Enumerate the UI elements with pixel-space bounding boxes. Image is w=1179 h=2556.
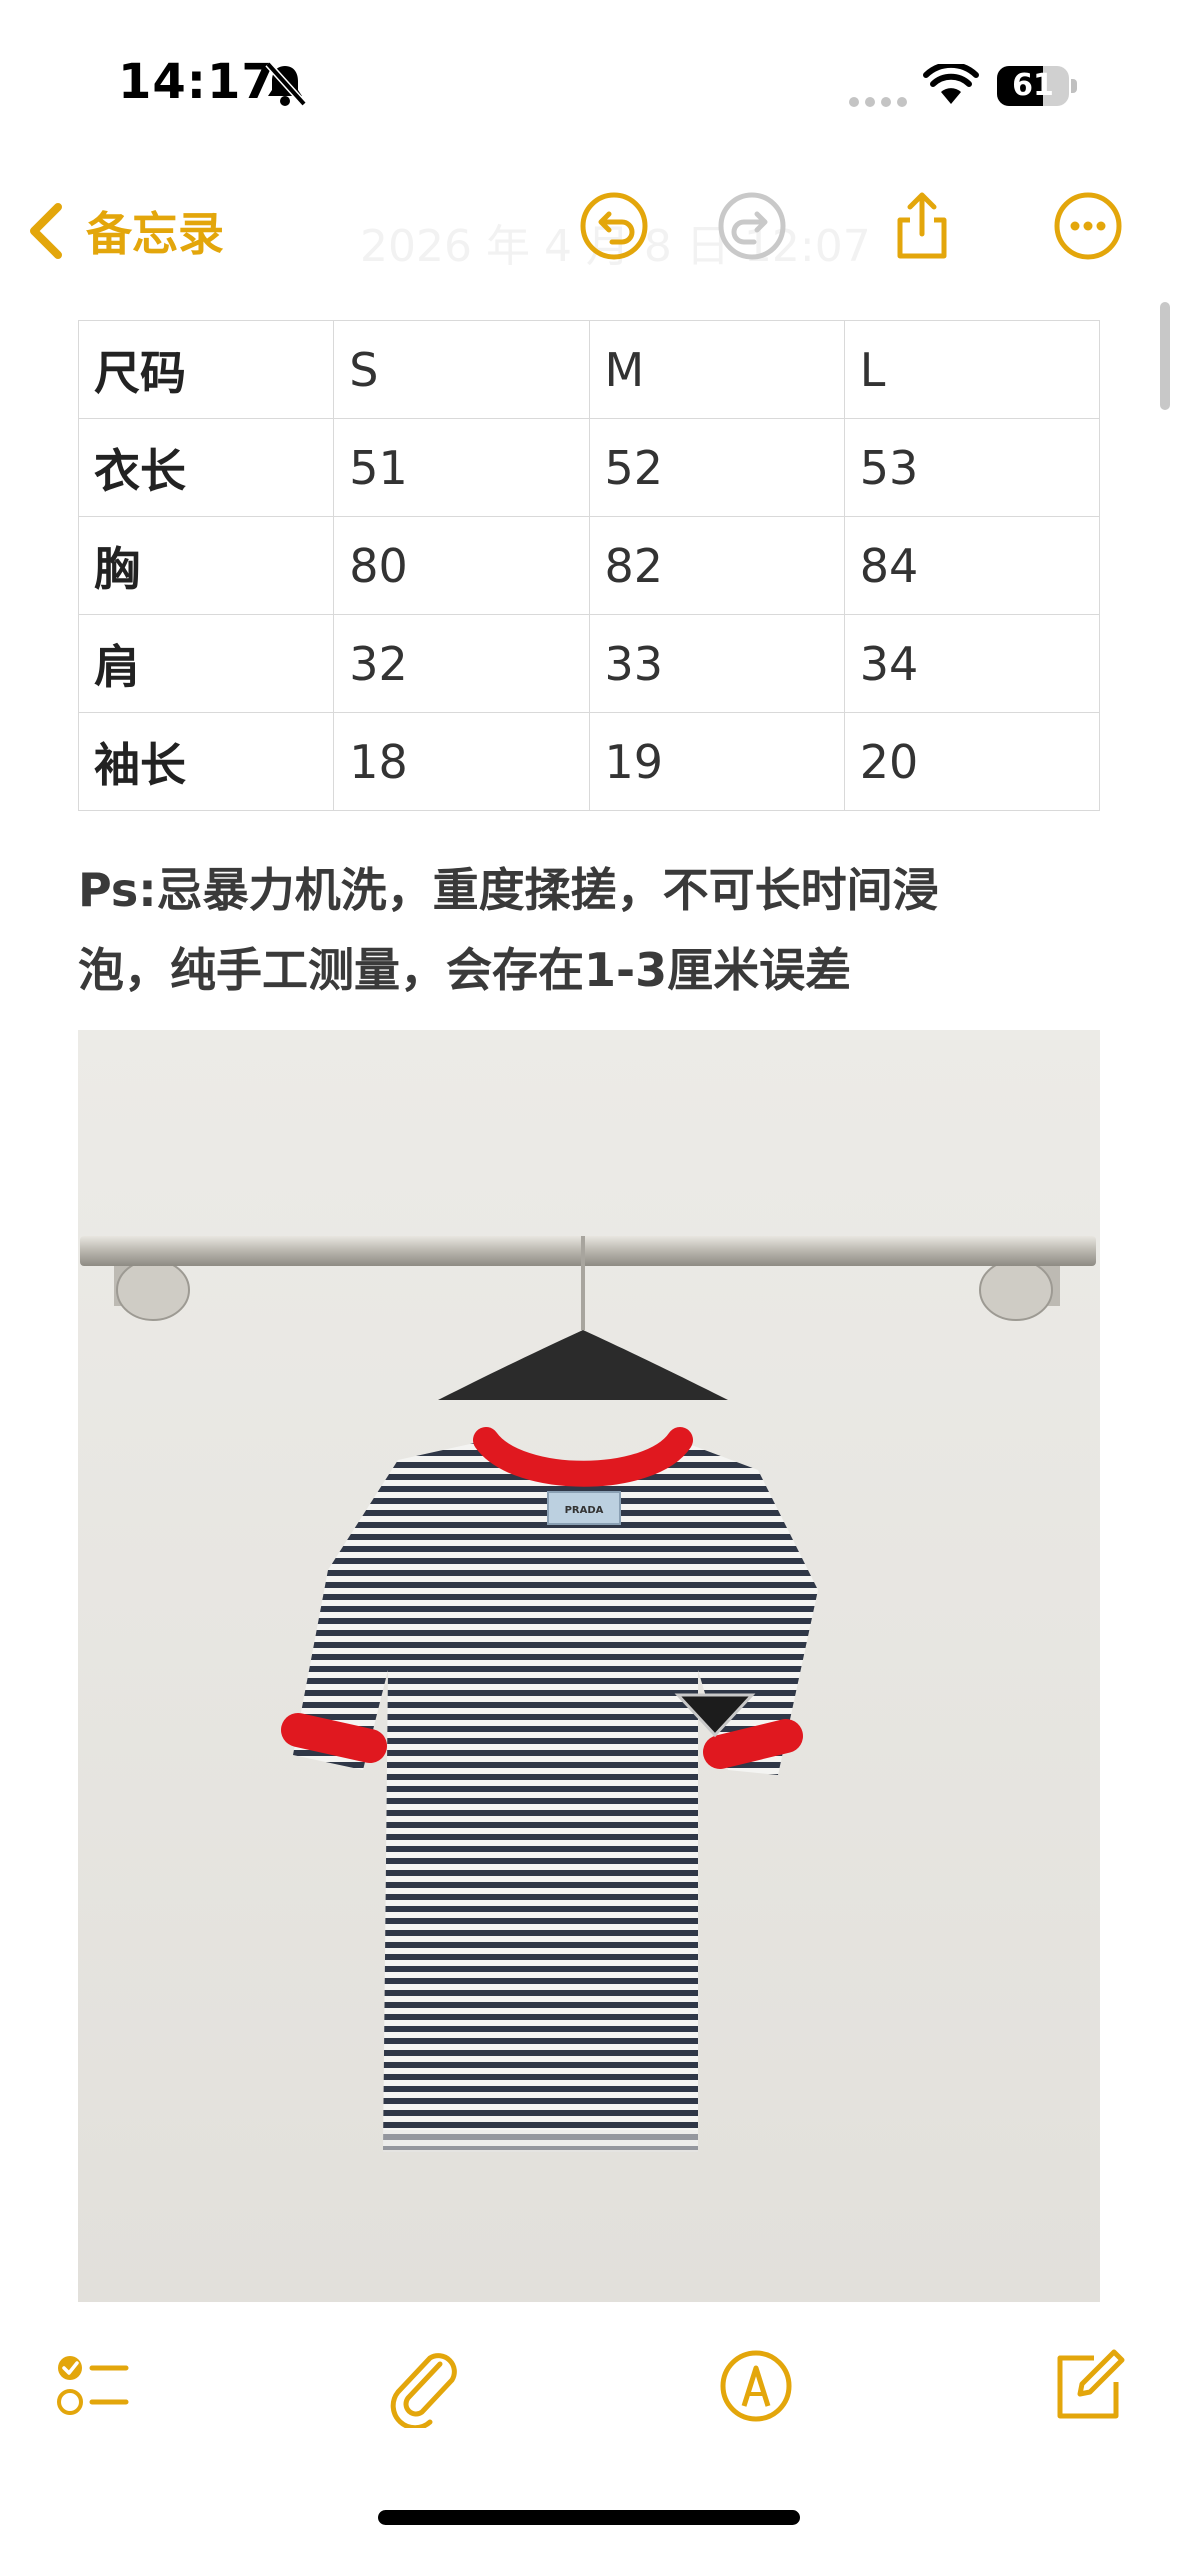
tshirt-photo-illustration: PRADA <box>78 1030 1100 2302</box>
share-icon[interactable] <box>886 190 958 262</box>
signal-dots-icon <box>849 97 907 107</box>
table-cell: 32 <box>333 614 590 713</box>
table-cell: M <box>588 320 845 419</box>
markup-pen-icon[interactable] <box>714 2344 798 2428</box>
table-row: 袖长 18 19 20 <box>77 712 1101 811</box>
scroll-indicator[interactable] <box>1160 302 1170 410</box>
table-row: 尺码 S M L <box>77 320 1101 419</box>
table-cell: 衣长 <box>77 418 335 517</box>
table-cell: L <box>843 320 1101 419</box>
table-row: 胸 80 82 84 <box>77 516 1101 615</box>
table-cell: 19 <box>588 712 845 811</box>
product-photo[interactable]: PRADA <box>78 1030 1100 2302</box>
note-line-2: 泡，纯手工测量，会存在1-3厘米误差 <box>78 943 852 997</box>
table-cell: 80 <box>333 516 590 615</box>
table-cell: 84 <box>843 516 1101 615</box>
back-button[interactable]: 备忘录 <box>26 198 224 264</box>
table-cell: 20 <box>843 712 1101 811</box>
bell-slash-icon <box>265 61 307 107</box>
more-icon[interactable] <box>1052 190 1124 262</box>
paperclip-icon[interactable] <box>382 2344 466 2428</box>
undo-icon[interactable] <box>578 190 650 262</box>
table-cell: 袖长 <box>77 712 335 811</box>
table-cell: 52 <box>588 418 845 517</box>
nav-bar: 备忘录 2026 年 4 月 8 日 12:07 <box>0 180 1179 280</box>
table-cell: 82 <box>588 516 845 615</box>
home-indicator[interactable] <box>378 2510 800 2525</box>
table-cell: 尺码 <box>77 320 335 419</box>
note-text[interactable]: Ps:忌暴力机洗，重度揉搓，不可长时间浸 泡，纯手工测量，会存在1-3厘米误差 <box>78 850 1108 1010</box>
table-row: 衣长 51 52 53 <box>77 418 1101 517</box>
checklist-icon[interactable] <box>50 2344 134 2428</box>
status-time: 14:17 <box>118 54 276 110</box>
table-cell: 18 <box>333 712 590 811</box>
chevron-left-icon <box>30 203 62 259</box>
table-cell: 肩 <box>77 614 335 713</box>
bottom-toolbar <box>0 2320 1179 2460</box>
redo-icon[interactable] <box>716 190 788 262</box>
status-bar: 14:17 61 <box>0 0 1179 170</box>
table-row: 肩 32 33 34 <box>77 614 1101 713</box>
neck-label-text: PRADA <box>565 1505 604 1516</box>
note-line-1: Ps:忌暴力机洗，重度揉搓，不可长时间浸 <box>78 863 939 917</box>
size-table: 尺码 S M L 衣长 51 52 53 胸 80 82 84 肩 32 33 … <box>77 320 1101 811</box>
table-cell: 胸 <box>77 516 335 615</box>
table-cell: 53 <box>843 418 1101 517</box>
battery-level: 61 <box>1012 68 1054 103</box>
compose-icon[interactable] <box>1046 2344 1130 2428</box>
table-cell: 51 <box>333 418 590 517</box>
table-cell: 34 <box>843 614 1101 713</box>
back-label: 备忘录 <box>86 207 224 261</box>
wifi-icon <box>923 64 979 104</box>
battery-indicator: 61 <box>997 66 1079 106</box>
table-cell: S <box>333 320 590 419</box>
table-cell: 33 <box>588 614 845 713</box>
